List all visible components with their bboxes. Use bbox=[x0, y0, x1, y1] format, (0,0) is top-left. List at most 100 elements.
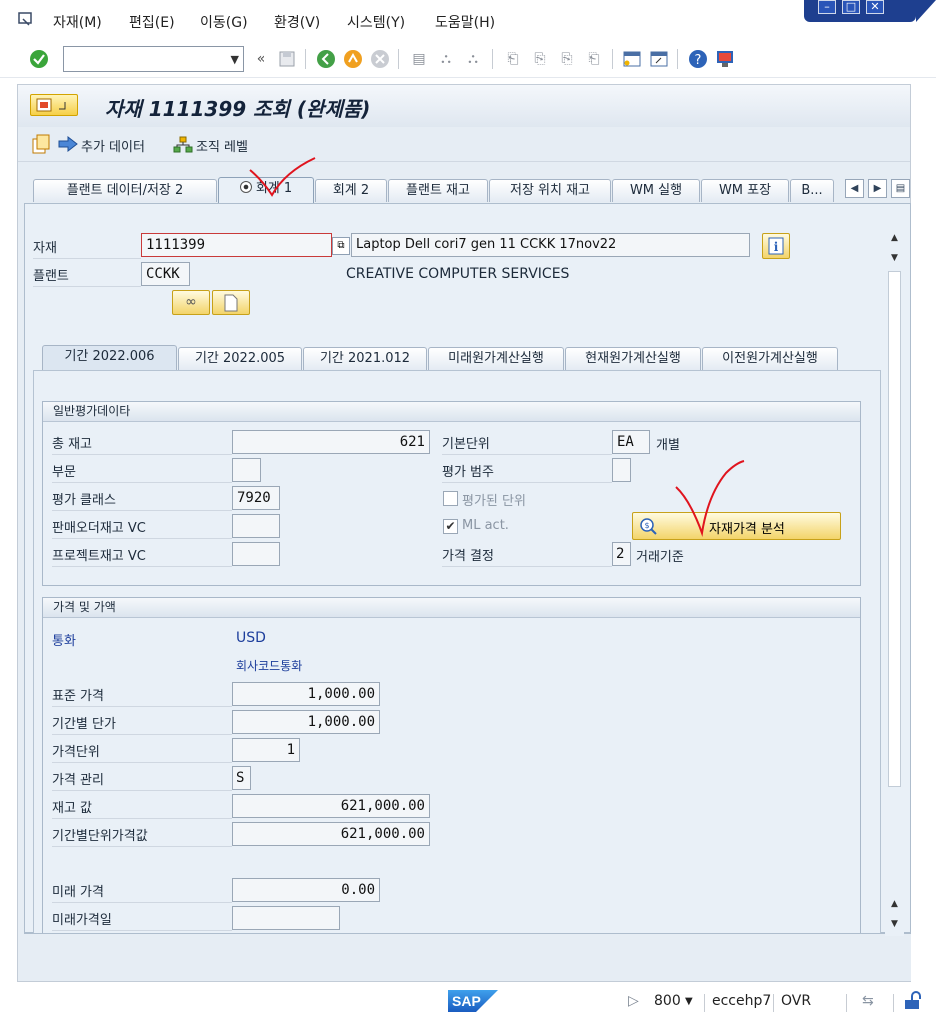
group-title: 가격 및 가액 bbox=[43, 598, 860, 618]
tab-scroll-right-icon[interactable]: ▶ bbox=[868, 179, 887, 198]
plant-label: 플랜트 bbox=[33, 265, 141, 287]
exit-icon[interactable] bbox=[342, 48, 364, 70]
mode-value: OVR bbox=[781, 993, 812, 1009]
radio-selected-icon bbox=[239, 181, 252, 193]
tab-plant-stock[interactable]: 플랜트 재고 bbox=[388, 179, 488, 202]
total-stock-field: 621 bbox=[232, 430, 430, 454]
transfer-icon[interactable]: ⇆ bbox=[862, 993, 874, 1009]
status-expand-icon[interactable]: ▷ bbox=[628, 993, 639, 1009]
save-icon[interactable] bbox=[276, 48, 298, 70]
subtab-period-2022-005[interactable]: 기간 2022.005 bbox=[178, 347, 302, 370]
vertical-scrollbar[interactable]: ▲ ▼ ▲ ▼ bbox=[885, 229, 904, 936]
minimize-icon[interactable]: – bbox=[818, 0, 836, 14]
tab-accounting-2[interactable]: 회계 2 bbox=[315, 179, 387, 202]
stock-value-label: 재고 값 bbox=[52, 797, 232, 819]
find-next-icon[interactable]: ⛬ bbox=[462, 48, 484, 70]
subtab-current-costing[interactable]: 현재원가계산실행 bbox=[565, 347, 701, 370]
valuation-class-label: 평가 클래스 bbox=[52, 489, 232, 511]
application-toolbar bbox=[18, 128, 910, 162]
base-unit-text: 개별 bbox=[656, 438, 680, 453]
base-unit-label: 기본단위 bbox=[442, 433, 612, 455]
tab-more[interactable]: B... bbox=[790, 179, 834, 202]
material-number-field[interactable]: 1111399 bbox=[141, 233, 332, 257]
system-menu-icon[interactable] bbox=[17, 11, 37, 27]
tab-list-icon[interactable]: ▤ bbox=[891, 179, 910, 198]
additional-data-button[interactable]: 추가 데이터 bbox=[81, 136, 145, 155]
copy-icon[interactable]: ⧉ bbox=[332, 237, 350, 255]
sap-logo: SAP bbox=[448, 990, 498, 1012]
sap-logo-text: SAP bbox=[452, 993, 481, 1009]
menu-edit[interactable]: 편집(E) bbox=[129, 12, 175, 32]
plant-field[interactable]: CCKK bbox=[141, 262, 190, 286]
scroll-page-up-icon[interactable]: ▲ bbox=[885, 895, 904, 914]
ml-act-checkbox[interactable]: ✔ bbox=[443, 519, 458, 534]
next-page-icon[interactable]: ⎘ bbox=[556, 48, 578, 70]
subtab-future-costing[interactable]: 미래원가계산실행 bbox=[428, 347, 564, 370]
material-price-analysis-button[interactable]: $ 자재가격 분석 bbox=[632, 512, 841, 540]
periodic-unit-price-field: 1,000.00 bbox=[232, 710, 380, 734]
scroll-down-icon[interactable]: ▼ bbox=[885, 915, 904, 934]
last-page-icon[interactable]: ⎗ bbox=[583, 48, 605, 70]
lock-icon[interactable] bbox=[903, 991, 923, 1015]
currency-label: 통화 bbox=[52, 634, 76, 649]
org-levels-button[interactable]: 조직 레벨 bbox=[196, 136, 248, 155]
new-session-icon[interactable] bbox=[621, 48, 643, 70]
subtab-label: 이전원가계산실행 bbox=[722, 351, 818, 366]
menu-system[interactable]: 시스템(Y) bbox=[347, 12, 405, 32]
info-icon[interactable]: i bbox=[762, 233, 790, 259]
menu-goto[interactable]: 이동(G) bbox=[200, 12, 248, 32]
help-icon[interactable]: ? bbox=[687, 48, 709, 70]
scroll-page-down-icon[interactable]: ▼ bbox=[885, 249, 904, 268]
menu-help[interactable]: 도움말(H) bbox=[435, 12, 495, 32]
arrow-right-icon[interactable] bbox=[58, 135, 78, 156]
collapse-icon[interactable]: « bbox=[250, 48, 272, 70]
document-icon[interactable] bbox=[212, 290, 250, 315]
total-stock-label: 총 재고 bbox=[52, 433, 232, 455]
find-icon[interactable]: ⛬ bbox=[435, 48, 457, 70]
org-levels-icon[interactable] bbox=[173, 136, 193, 158]
project-stock-vc-field bbox=[232, 542, 280, 566]
subtab-period-2021-012[interactable]: 기간 2021.012 bbox=[303, 347, 427, 370]
tab-storage-location-stock[interactable]: 저장 위치 재고 bbox=[489, 179, 611, 202]
subtab-period-2022-006[interactable]: 기간 2022.006 bbox=[42, 345, 177, 371]
back-icon[interactable] bbox=[315, 48, 337, 70]
close-icon[interactable]: ✕ bbox=[866, 0, 884, 14]
future-price-date-label: 미래가격일 bbox=[52, 909, 232, 931]
subtab-label: 미래원가계산실행 bbox=[448, 351, 544, 366]
svg-text:i: i bbox=[774, 240, 779, 254]
valuated-unit-checkbox[interactable] bbox=[443, 491, 458, 506]
subtab-label: 기간 2022.005 bbox=[194, 351, 286, 366]
glasses-icon[interactable]: ∞ bbox=[172, 290, 210, 315]
tab-plant-data-storage-2[interactable]: 플랜트 데이터/저장 2 bbox=[33, 179, 217, 202]
prev-page-icon[interactable]: ⎘ bbox=[529, 48, 551, 70]
command-field[interactable]: ▼ bbox=[63, 46, 244, 72]
client-dropdown-icon[interactable]: ▼ bbox=[685, 996, 693, 1007]
tab-wm-packaging[interactable]: WM 포장 bbox=[701, 179, 789, 202]
menu-environment[interactable]: 환경(V) bbox=[274, 12, 320, 32]
separator bbox=[398, 49, 399, 69]
shortcut-icon[interactable] bbox=[648, 48, 670, 70]
scroll-up-icon[interactable]: ▲ bbox=[885, 229, 904, 248]
menu-material[interactable]: 자재(M) bbox=[53, 12, 102, 32]
cancel-icon[interactable] bbox=[369, 48, 391, 70]
copy-document-icon[interactable] bbox=[30, 133, 52, 159]
screen-menu-icon[interactable] bbox=[30, 94, 78, 116]
tab-scroll-left-icon[interactable]: ◀ bbox=[845, 179, 864, 198]
separator bbox=[846, 994, 847, 1012]
chevron-down-icon[interactable]: ▼ bbox=[231, 53, 239, 66]
maximize-icon[interactable]: □ bbox=[842, 0, 860, 14]
price-unit-label: 가격단위 bbox=[52, 741, 232, 763]
print-icon[interactable]: ▤ bbox=[408, 48, 430, 70]
tab-wm-execution[interactable]: WM 실행 bbox=[612, 179, 700, 202]
tab-label: 플랜트 재고 bbox=[406, 183, 470, 198]
layout-icon[interactable] bbox=[714, 48, 736, 70]
first-page-icon[interactable]: ⎗ bbox=[502, 48, 524, 70]
svg-text:?: ? bbox=[695, 53, 702, 68]
tab-accounting-1[interactable]: 회계 1 bbox=[218, 177, 314, 203]
ok-check-icon[interactable] bbox=[28, 48, 50, 70]
ml-act-label: ML act. bbox=[462, 518, 509, 533]
tab-label: 회계 1 bbox=[255, 181, 293, 196]
scroll-thumb[interactable] bbox=[888, 271, 901, 787]
subtab-previous-costing[interactable]: 이전원가계산실행 bbox=[702, 347, 838, 370]
so-stock-vc-field bbox=[232, 514, 280, 538]
